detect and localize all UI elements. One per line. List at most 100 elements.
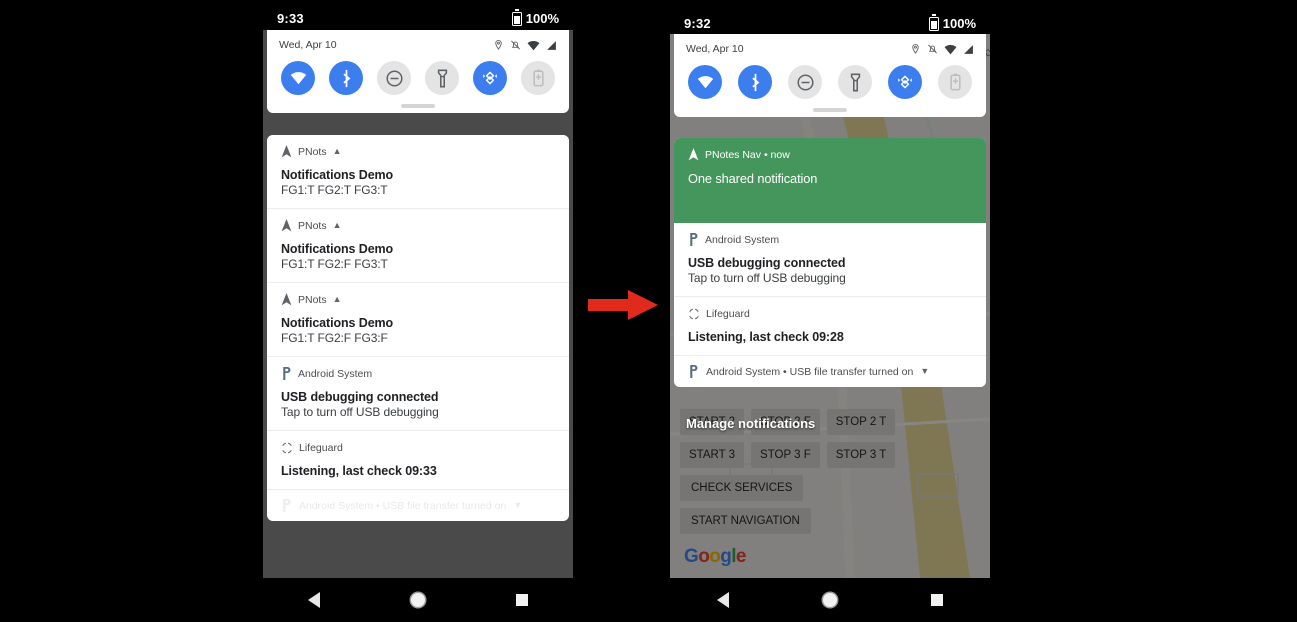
left-status-bar: 9:33 100%	[263, 0, 573, 30]
right-status-bar: 9:32 100%	[670, 0, 990, 31]
quick-settings-header: Wed, Apr 10	[674, 34, 986, 57]
status-bar-right: 100%	[511, 9, 559, 26]
wifi-tile[interactable]	[281, 61, 315, 95]
back-icon[interactable]	[717, 592, 729, 608]
location-pin-icon	[912, 43, 919, 54]
android-system-icon	[283, 367, 291, 380]
flashlight-tile[interactable]	[838, 65, 872, 99]
navigation-arrow-icon	[281, 219, 292, 232]
wifi-icon	[527, 40, 540, 50]
notification-header: Android System	[688, 232, 972, 247]
auto-rotate-tile[interactable]	[473, 61, 507, 95]
right-screen: Landings Dr Charleston n St ngstorff Goo…	[670, 34, 990, 578]
notification-footer-item[interactable]: Android System • USB file transfer turne…	[267, 490, 569, 521]
quick-settings-header: Wed, Apr 10	[267, 30, 569, 53]
right-arrow	[588, 290, 658, 320]
right-navigation-bar	[670, 578, 990, 622]
auto-rotate-tile[interactable]	[888, 65, 922, 99]
navigation-arrow-icon	[281, 145, 292, 158]
notification-item[interactable]: PNots ▲ Notifications Demo FG1:T FG2:T FG3:…	[267, 135, 569, 209]
notification-title: Listening, last check 09:33	[281, 464, 437, 478]
notification-title: USB debugging connected	[688, 256, 846, 270]
left-screen: Wed, Apr 10 PNots ▲ Notifications Demo F…	[263, 30, 573, 578]
bluetooth-tile[interactable]	[329, 61, 363, 95]
notification-app-name: PNotes Nav • now	[705, 148, 790, 161]
chevron-up-icon[interactable]: ▲	[333, 295, 342, 304]
quick-settings-date: Wed, Apr 10	[686, 43, 744, 55]
left-navigation-bar	[263, 578, 573, 622]
lifeguard-icon	[282, 442, 292, 453]
battery-saver-tile[interactable]	[521, 61, 555, 95]
notification-footer-item[interactable]: Android System • USB file transfer turne…	[674, 356, 986, 387]
do-not-disturb-tile[interactable]	[377, 61, 411, 95]
signal-icon	[964, 44, 973, 54]
signal-icon	[547, 40, 556, 50]
status-bar-time: 9:33	[277, 11, 304, 26]
manage-notifications-link[interactable]: Manage notifications	[686, 416, 815, 431]
notification-header: PNots ▲	[281, 144, 555, 159]
recents-icon[interactable]	[931, 594, 943, 606]
left-quick-settings-panel[interactable]: Wed, Apr 10	[267, 30, 569, 113]
notification-subtitle: FG1:T FG2:F FG3:F	[281, 331, 388, 345]
notification-header: PNots ▲	[281, 292, 555, 307]
notification-app-name: Android System	[705, 233, 780, 246]
phone-right: 9:32 100% Google START 2 STOP 2 F STOP 2…	[670, 0, 990, 622]
notification-app-name: Android System • USB file transfer turne…	[706, 365, 914, 378]
notification-app-name: PNots	[298, 219, 327, 232]
notification-header: Android System	[281, 366, 555, 381]
status-bar-right: 100%	[928, 14, 976, 31]
chevron-down-icon[interactable]: ▼	[920, 367, 929, 376]
quick-settings-tiles	[267, 53, 569, 99]
notification-title: Listening, last check 09:28	[688, 330, 844, 344]
quick-settings-drag-handle[interactable]	[267, 99, 569, 113]
quick-settings-drag-handle[interactable]	[674, 103, 986, 117]
notification-app-name: Android System • USB file transfer turne…	[299, 499, 507, 512]
notifications-muted-icon	[511, 40, 520, 50]
home-icon[interactable]	[823, 593, 837, 607]
battery-saver-tile[interactable]	[938, 65, 972, 99]
notification-header: PNotes Nav • now	[688, 147, 972, 162]
notification-item[interactable]: Lifeguard Listening, last check 09:33	[267, 431, 569, 490]
battery-icon	[928, 14, 939, 31]
notification-item[interactable]: Android System USB debugging connected Tap…	[674, 223, 986, 297]
battery-percent: 100%	[525, 11, 559, 26]
right-quick-settings-panel[interactable]: Wed, Apr 10	[674, 34, 986, 117]
quick-settings-status-icons	[493, 39, 557, 51]
notification-item[interactable]: PNotes Nav • now One shared notification	[674, 138, 986, 223]
chevron-down-icon[interactable]: ▼	[513, 501, 522, 510]
notification-subtitle: Tap to turn off USB debugging	[688, 271, 846, 285]
android-system-icon	[283, 499, 291, 512]
android-system-icon	[690, 365, 698, 378]
notification-title: USB debugging connected	[281, 390, 439, 404]
status-bar-time: 9:32	[684, 16, 711, 31]
chevron-up-icon[interactable]: ▲	[333, 221, 342, 230]
notification-subtitle: FG1:T FG2:T FG3:T	[281, 183, 388, 197]
chevron-up-icon[interactable]: ▲	[333, 147, 342, 156]
back-icon[interactable]	[308, 592, 321, 608]
quick-settings-date: Wed, Apr 10	[279, 39, 337, 51]
home-icon[interactable]	[410, 593, 425, 607]
notification-item[interactable]: Lifeguard Listening, last check 09:28	[674, 297, 986, 356]
notification-title: Notifications Demo	[281, 242, 394, 256]
flashlight-tile[interactable]	[425, 61, 459, 95]
notification-subtitle: FG1:T FG2:F FG3:T	[281, 257, 388, 271]
notification-app-name: Lifeguard	[299, 441, 343, 454]
right-notification-list: PNotes Nav • now One shared notification A…	[674, 138, 986, 387]
notification-item[interactable]: PNots ▲ Notifications Demo FG1:T FG2:F FG3:…	[267, 209, 569, 283]
quick-settings-tiles	[674, 57, 986, 103]
notification-title: Notifications Demo	[281, 168, 394, 182]
bluetooth-tile[interactable]	[738, 65, 772, 99]
phone-left: 9:33 100% Wed, Apr 10 PNots ▲ Notificati…	[263, 0, 573, 622]
notification-item[interactable]: PNots ▲ Notifications Demo FG1:T FG2:F FG3:…	[267, 283, 569, 357]
lifeguard-icon	[689, 308, 699, 319]
location-pin-icon	[495, 39, 502, 50]
recents-icon[interactable]	[515, 594, 528, 606]
notification-item[interactable]: Android System USB debugging connected Tap…	[267, 357, 569, 431]
notification-title: One shared notification	[688, 171, 818, 186]
wifi-tile[interactable]	[688, 65, 722, 99]
navigation-arrow-icon	[281, 293, 292, 306]
do-not-disturb-tile[interactable]	[788, 65, 822, 99]
navigation-arrow-icon	[688, 148, 699, 161]
left-notification-list: PNots ▲ Notifications Demo FG1:T FG2:T FG3:…	[267, 135, 569, 521]
notification-app-name: Android System	[298, 367, 373, 380]
